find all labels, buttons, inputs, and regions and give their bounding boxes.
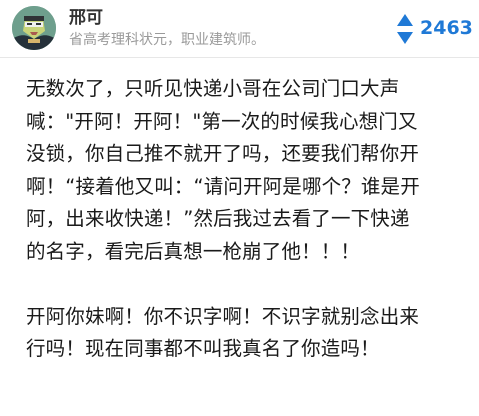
answer-content: 无数次了，只听见快递小哥在公司门口大声 喊："开阿！开阿！"第一次的时候我心想门… <box>26 73 456 366</box>
upvote-icon <box>397 14 413 44</box>
upvote-button[interactable]: 2463 <box>396 12 476 46</box>
content-line: 阿，出来收快递！”然后我过去看了一下快递 <box>26 207 410 231</box>
author-avatar[interactable] <box>12 6 56 50</box>
answer-header: 邢可 省高考理科状元，职业建筑师。 2463 <box>0 0 479 58</box>
avatar-illustration <box>12 6 56 50</box>
content-line: 无数次了，只听见快递小哥在公司门口大声 <box>26 77 400 100</box>
content-line: 行吗！现在同事都不叫我真名了你造吗！ <box>26 337 380 361</box>
content-line: 没锁，你自己推不就开了吗，还要我们帮你开 <box>26 142 420 166</box>
content-line: 喊："开阿！开阿！"第一次的时候我心想门又 <box>26 109 418 133</box>
content-paragraph-2: 开阿你妹啊！你不识字啊！不识字就别念出来 行吗！现在同事都不叫我真名了你造吗！ <box>26 301 456 366</box>
upvote-count: 2463 <box>420 17 473 39</box>
answer-card: 邢可 省高考理科状元，职业建筑师。 2463 无数次了，只听见快递小哥在公司门口… <box>0 0 479 416</box>
content-line: 啊！“接着他又叫：“请问开阿是哪个？谁是开 <box>26 174 420 198</box>
author-bio: 省高考理科状元，职业建筑师。 <box>69 32 265 48</box>
author-name[interactable]: 邢可 <box>69 8 103 28</box>
content-line: 的名字，看完后真想一枪崩了他！！！ <box>26 239 361 263</box>
content-paragraph-1: 无数次了，只听见快递小哥在公司门口大声 喊："开阿！开阿！"第一次的时候我心想门… <box>26 73 456 269</box>
content-line: 开阿你妹啊！你不识字啊！不识字就别念出来 <box>26 304 420 328</box>
